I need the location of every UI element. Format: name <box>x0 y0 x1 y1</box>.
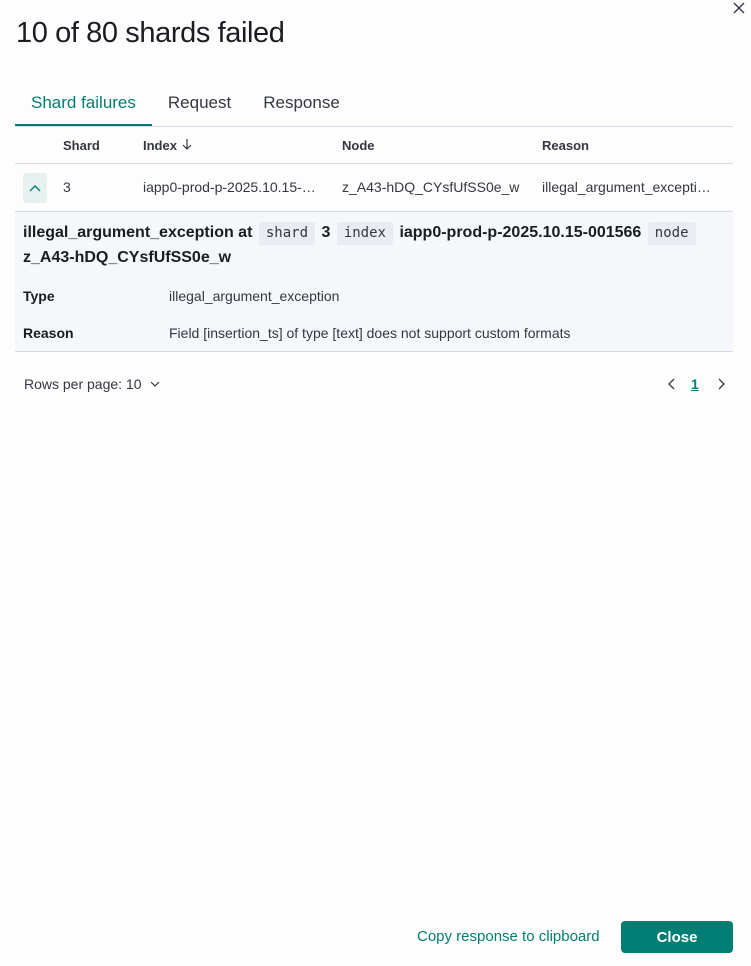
type-row: Type illegal_argument_exception <box>23 288 339 304</box>
shard-failures-flyout: 10 of 80 shards failed Shard failures Re… <box>0 0 751 966</box>
column-header-node[interactable]: Node <box>342 138 375 153</box>
table-pagination: Rows per page: 10 1 <box>24 374 731 394</box>
cell-index: iapp0-prod-p-2025.10.15-… <box>143 179 316 195</box>
column-header-label: Index <box>143 138 177 153</box>
cell-node: z_A43-hDQ_CYsfUfSS0e_w <box>342 179 520 195</box>
close-icon[interactable] <box>729 0 749 16</box>
next-page-button[interactable] <box>714 376 728 392</box>
column-header-label: Shard <box>63 138 100 153</box>
column-header-label: Reason <box>542 138 589 153</box>
failure-detail-heading: illegal_argument_exception at shard 3 in… <box>23 220 723 270</box>
tab-request[interactable]: Request <box>152 84 247 126</box>
chevron-up-icon <box>29 185 41 192</box>
tab-bar: Shard failures Request Response <box>15 84 733 127</box>
failure-detail-panel: illegal_argument_exception at shard 3 in… <box>15 212 733 352</box>
chevron-down-icon <box>150 381 159 387</box>
copy-response-button[interactable]: Copy response to clipboard <box>417 928 600 945</box>
node-value: z_A43-hDQ_CYsfUfSS0e_w <box>23 249 232 266</box>
column-header-reason[interactable]: Reason <box>542 138 589 153</box>
shard-failures-table: Shard Index Node Reason 3 iapp0-prod-p-2… <box>15 127 733 212</box>
rows-per-page-label: Rows per page: 10 <box>24 376 142 392</box>
index-tag: index <box>336 222 393 245</box>
tab-shard-failures[interactable]: Shard failures <box>15 84 152 126</box>
exception-name: illegal_argument_exception at <box>23 224 253 241</box>
chevron-left-icon <box>667 378 674 390</box>
chevron-right-icon <box>718 378 725 390</box>
shard-value: 3 <box>321 224 331 241</box>
node-tag: node <box>647 222 696 245</box>
previous-page-button[interactable] <box>664 376 678 392</box>
reason-row: Reason Field [insertion_ts] of type [tex… <box>23 325 571 341</box>
close-button[interactable]: Close <box>621 921 733 953</box>
cell-shard: 3 <box>63 179 71 195</box>
arrow-down-icon <box>181 138 193 153</box>
type-label: Type <box>23 288 55 304</box>
column-header-label: Node <box>342 138 375 153</box>
reason-label: Reason <box>23 325 74 341</box>
tab-response[interactable]: Response <box>247 84 356 126</box>
table-row: 3 iapp0-prod-p-2025.10.15-… z_A43-hDQ_CY… <box>15 164 733 212</box>
column-header-index[interactable]: Index <box>143 138 193 153</box>
collapse-row-button[interactable] <box>23 173 47 203</box>
cell-reason: illegal_argument_excepti… <box>542 179 711 195</box>
flyout-title: 10 of 80 shards failed <box>16 17 285 49</box>
page-number-button[interactable]: 1 <box>691 376 699 392</box>
column-header-shard[interactable]: Shard <box>63 138 100 153</box>
reason-value: Field [insertion_ts] of type [text] does… <box>169 325 571 341</box>
table-header: Shard Index Node Reason <box>15 127 733 164</box>
index-value: iapp0-prod-p-2025.10.15-001566 <box>399 224 642 241</box>
type-value: illegal_argument_exception <box>169 288 340 304</box>
shard-tag: shard <box>258 222 316 245</box>
rows-per-page-button[interactable]: Rows per page: 10 <box>24 376 160 392</box>
